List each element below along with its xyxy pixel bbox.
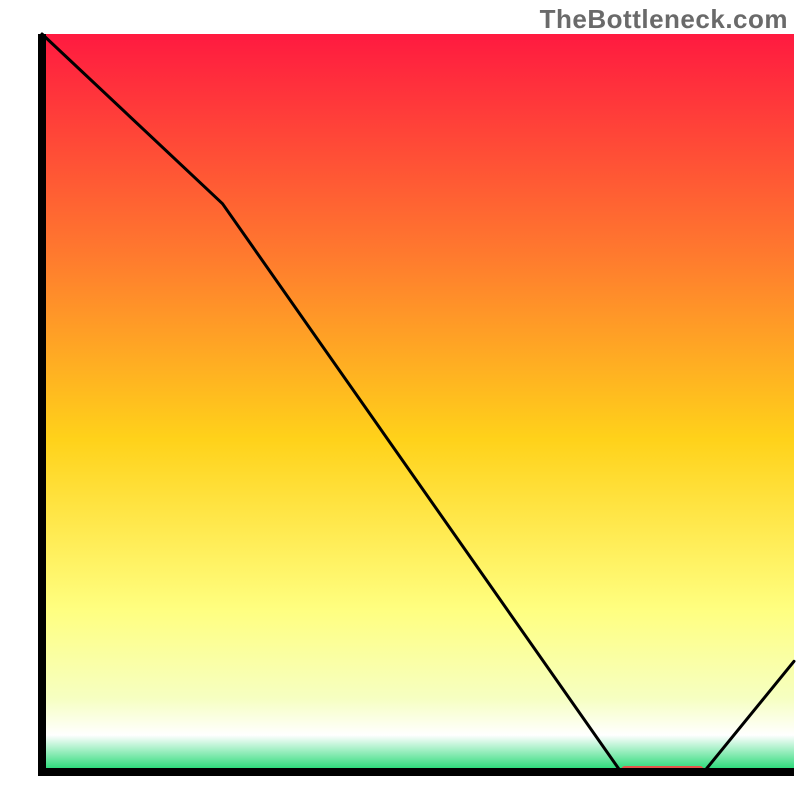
chart-container: TheBottleneck.com: [0, 0, 800, 800]
bottleneck-chart: [0, 0, 800, 800]
plot-background: [42, 34, 794, 772]
watermark-text: TheBottleneck.com: [540, 4, 788, 35]
